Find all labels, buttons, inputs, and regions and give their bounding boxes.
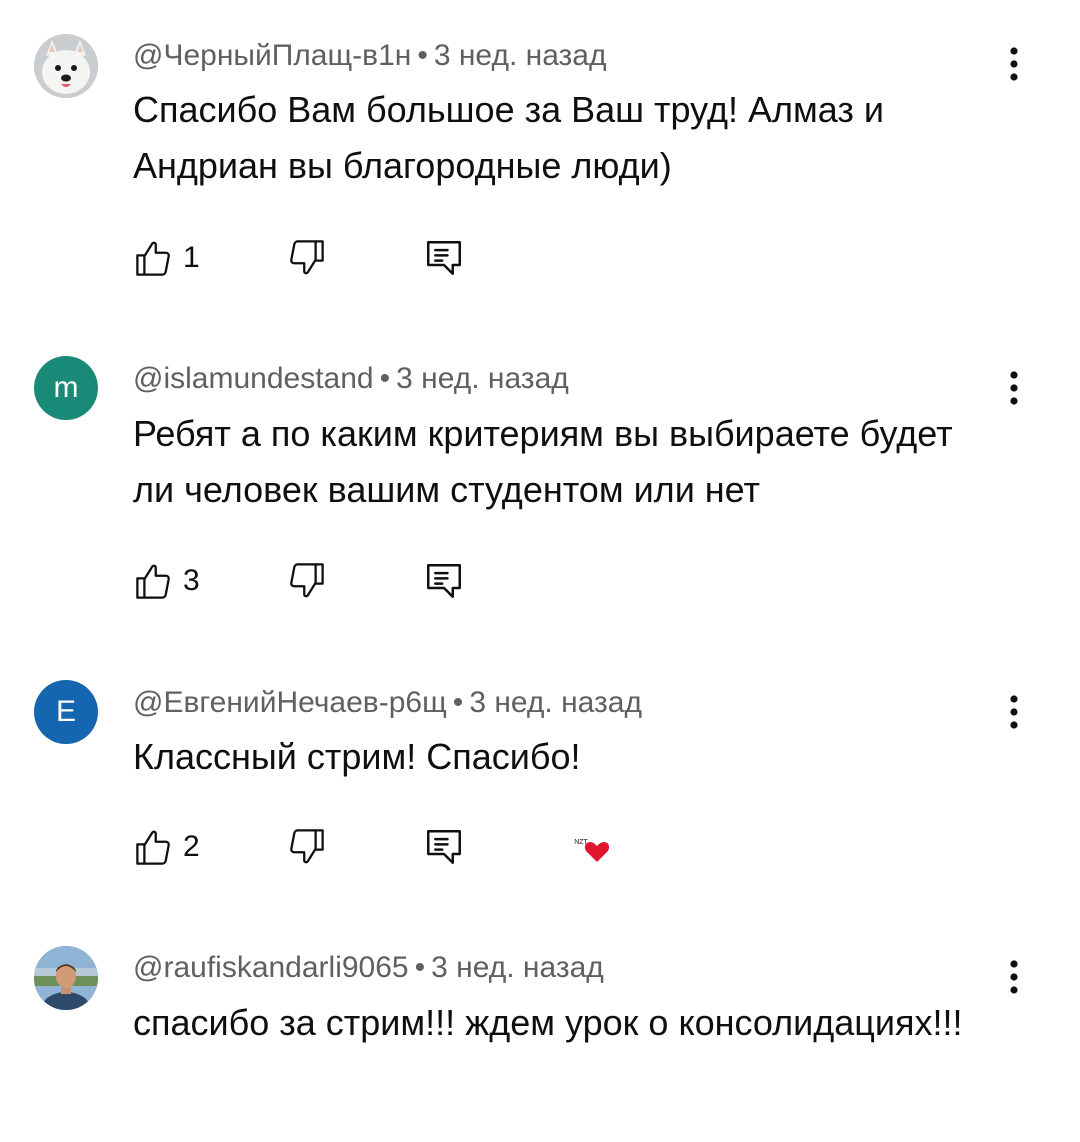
more-vertical-icon <box>1010 47 1018 81</box>
comment-actions: 2 NZT <box>133 822 733 872</box>
more-button[interactable] <box>1000 955 1028 999</box>
thumbs-up-icon <box>136 564 170 599</box>
comment-text: Классный стрим! Спасибо! <box>133 736 581 777</box>
comment-time[interactable]: 3 нед. назад <box>396 362 569 395</box>
more-button[interactable] <box>1000 42 1028 86</box>
reply-button[interactable] <box>423 822 465 872</box>
like-count: 1 <box>183 241 200 274</box>
thumbs-up-icon <box>136 241 170 276</box>
dislike-button[interactable] <box>285 822 327 872</box>
thumbs-down-icon <box>290 829 324 864</box>
comment-time[interactable]: 3 нед. назад <box>431 951 604 984</box>
more-button[interactable] <box>1000 366 1028 410</box>
reply-comment-icon <box>427 241 461 275</box>
meta-separator: • <box>379 362 391 395</box>
samoyed-dog-avatar-icon <box>34 34 98 98</box>
comment-author[interactable]: @ЕвгенийНечаев-р6щ <box>133 686 447 719</box>
dislike-button[interactable] <box>285 233 327 283</box>
like-count: 3 <box>183 564 200 597</box>
like-button[interactable]: 3 <box>133 556 200 606</box>
comment-meta: @islamundestand • 3 нед. назад <box>133 361 569 397</box>
comment-actions: 1 <box>133 233 733 283</box>
reply-button[interactable] <box>423 233 465 283</box>
avatar-letter: m <box>53 371 79 404</box>
meta-separator: • <box>417 39 428 72</box>
comment-actions: 3 <box>133 556 733 606</box>
comment-author[interactable]: @raufiskandarli9065 <box>133 951 409 984</box>
comment-author[interactable]: @islamundestand <box>133 362 374 395</box>
comment-text: Ребят а по каким критериям вы выбираете … <box>133 413 953 510</box>
avatar-letter: E <box>55 695 76 728</box>
comment-meta: @raufiskandarli9065 • 3 нед. назад <box>133 950 604 986</box>
like-button[interactable]: 1 <box>133 233 200 283</box>
reply-comment-icon <box>427 564 461 598</box>
reply-button[interactable] <box>423 556 465 606</box>
more-vertical-icon <box>1010 960 1018 994</box>
thumbs-down-icon <box>290 240 324 275</box>
comment-author[interactable]: @ЧерныйПлащ-в1н <box>133 39 411 72</box>
like-button[interactable]: 2 <box>133 822 200 872</box>
creator-heart[interactable]: NZT <box>565 822 615 872</box>
thumbs-up-icon <box>136 830 170 865</box>
avatar[interactable] <box>34 946 98 1010</box>
avatar[interactable]: m <box>34 356 98 420</box>
avatar[interactable] <box>34 34 98 98</box>
more-vertical-icon <box>1010 371 1018 405</box>
comment-meta: @ЕвгенийНечаев-р6щ • 3 нед. назад <box>133 685 642 721</box>
creator-heart-icon: NZT <box>567 830 610 862</box>
meta-separator: • <box>452 686 464 719</box>
comment-meta: @ЧерныйПлащ-в1н • 3 нед. назад <box>133 38 607 74</box>
thumbs-down-icon <box>290 563 324 598</box>
more-vertical-icon <box>1010 695 1018 729</box>
like-count: 2 <box>183 830 200 863</box>
comment-time[interactable]: 3 нед. назад <box>469 686 642 719</box>
more-button[interactable] <box>1000 690 1028 734</box>
reply-comment-icon <box>427 830 461 864</box>
dislike-button[interactable] <box>285 556 327 606</box>
comment-text: спасибо за стрим!!! ждем урок о консолид… <box>133 1002 963 1043</box>
comment-time[interactable]: 3 нед. назад <box>434 39 607 72</box>
meta-separator: • <box>414 951 426 984</box>
avatar[interactable]: E <box>34 680 98 744</box>
man-portrait-avatar-icon <box>34 946 98 1010</box>
comment-text: Спасибо Вам большое за Ваш труд! Алмаз и… <box>133 89 884 186</box>
